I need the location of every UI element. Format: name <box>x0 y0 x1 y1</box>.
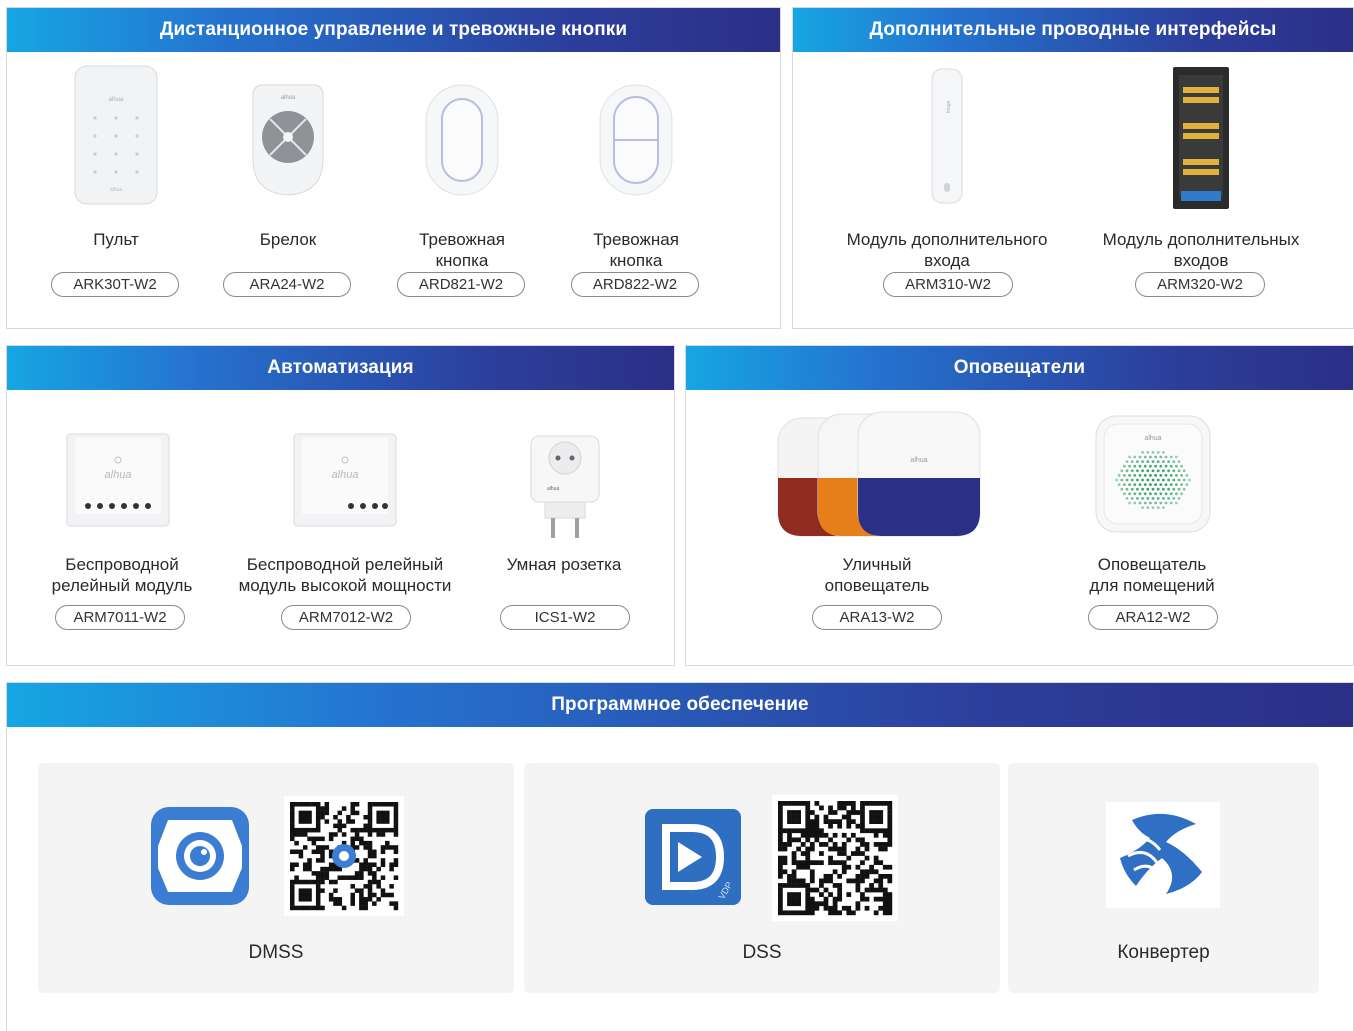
product-panic-button-single[interactable]: Тревожная кнопка ARD821-W2 <box>397 63 527 303</box>
indoor-siren-image: alhua <box>1095 415 1211 533</box>
product-keyfob[interactable]: alhua Брелок ARA24-W2 <box>223 63 353 303</box>
panic-button-image <box>599 84 673 196</box>
software-card-dss[interactable]: VDP DSS <box>524 763 1000 993</box>
model-badge[interactable]: ARM7011-W2 <box>55 605 185 630</box>
model-badge[interactable]: ARA13-W2 <box>812 605 942 630</box>
product-label: Оповещатель для помещений <box>1089 555 1215 595</box>
keypad-image: alhua alhua <box>74 65 158 205</box>
software-section: Программное обеспечение DMSS VDP DSS Кон… <box>6 682 1354 1031</box>
svg-text:alhua: alhua <box>910 457 927 464</box>
automation-section: Автоматизация alhua Беспроводной релейны… <box>6 345 675 666</box>
product-label: Беспроводной релейный модуль <box>51 555 193 595</box>
inputs-module-image <box>1173 67 1229 209</box>
dss-qr-code[interactable] <box>772 795 898 921</box>
model-badge[interactable]: ARD821-W2 <box>397 272 525 297</box>
model-badge[interactable]: ARA24-W2 <box>223 272 351 297</box>
relay-module-image: alhua <box>66 433 170 527</box>
remote-section: Дистанционное управление и тревожные кно… <box>6 7 781 329</box>
svg-text:alhua: alhua <box>110 187 122 193</box>
model-badge[interactable]: ARA12-W2 <box>1088 605 1218 630</box>
automation-section-header: Автоматизация <box>7 346 674 390</box>
product-label: Умная розетка <box>506 555 622 574</box>
software-card-converter[interactable]: Конвертер <box>1008 763 1319 993</box>
product-inputs-module[interactable]: Модуль дополнительных входов ARM320-W2 <box>1085 63 1317 303</box>
product-keypad[interactable]: alhua alhua Пульт ARK30T-W2 <box>51 63 181 303</box>
dmss-qr-code[interactable] <box>284 796 404 916</box>
wired-section-header: Дополнительные проводные интерфейсы <box>793 8 1353 52</box>
product-input-module[interactable]: alhua Модуль дополнительного входа ARM31… <box>831 63 1063 303</box>
outdoor-siren-image: alhua <box>777 411 981 537</box>
product-label: Пульт <box>93 230 139 249</box>
product-label: Модуль дополнительных входов <box>1102 230 1300 270</box>
software-card-dmss[interactable]: DMSS <box>38 763 514 993</box>
svg-text:alhua: alhua <box>281 95 296 101</box>
input-module-image: alhua <box>931 68 963 204</box>
product-label: Беспроводной релейный модуль высокой мощ… <box>238 555 452 595</box>
svg-text:alhua: alhua <box>945 101 951 113</box>
product-panic-button-double[interactable]: Тревожная кнопка ARD822-W2 <box>571 63 701 303</box>
product-outdoor-siren[interactable]: alhua Уличный оповещатель ARA13-W2 <box>772 390 982 635</box>
svg-text:alhua: alhua <box>105 469 132 481</box>
model-badge[interactable]: ARK30T-W2 <box>51 272 179 297</box>
product-power-relay-module[interactable]: alhua Беспроводной релейный модуль высок… <box>223 390 467 635</box>
dss-app-icon[interactable]: VDP <box>644 808 742 906</box>
keyfob-image: alhua <box>252 84 324 196</box>
model-badge[interactable]: ARD822-W2 <box>571 272 699 297</box>
smart-socket-image: alhua <box>530 435 600 538</box>
software-name: DSS <box>742 942 782 963</box>
product-label: Уличный оповещатель <box>824 555 930 595</box>
product-label: Тревожная кнопка <box>419 230 505 270</box>
svg-text:alhua: alhua <box>109 97 124 103</box>
remote-section-header: Дистанционное управление и тревожные кно… <box>7 8 780 52</box>
svg-text:alhua: alhua <box>332 469 359 481</box>
product-label: Модуль дополнительного входа <box>846 230 1048 270</box>
dmss-app-icon[interactable] <box>150 806 250 906</box>
model-badge[interactable]: ICS1-W2 <box>500 605 630 630</box>
product-indoor-siren[interactable]: alhua Оповещатель для помещений ARA12-W2 <box>1052 390 1252 635</box>
model-badge[interactable]: ARM7012-W2 <box>281 605 411 630</box>
product-smart-socket[interactable]: alhua Умная розетка ICS1-W2 <box>469 390 659 635</box>
power-relay-image: alhua <box>293 433 397 527</box>
model-badge[interactable]: ARM310-W2 <box>883 272 1013 297</box>
wired-section: Дополнительные проводные интерфейсы alhu… <box>792 7 1354 329</box>
panic-button-image <box>425 84 499 196</box>
software-name: Конвертер <box>1117 942 1210 963</box>
converter-app-icon[interactable] <box>1106 802 1220 908</box>
product-label: Брелок <box>259 230 317 249</box>
software-name: DMSS <box>248 942 304 963</box>
product-relay-module[interactable]: alhua Беспроводной релейный модуль ARM70… <box>37 390 207 635</box>
svg-text:alhua: alhua <box>1144 435 1161 442</box>
svg-text:alhua: alhua <box>547 486 559 492</box>
software-section-header: Программное обеспечение <box>7 683 1353 727</box>
model-badge[interactable]: ARM320-W2 <box>1135 272 1265 297</box>
product-label: Тревожная кнопка <box>593 230 679 270</box>
sirens-section: Оповещатели alhua Уличный оповещатель AR… <box>685 345 1354 666</box>
sirens-section-header: Оповещатели <box>686 346 1353 390</box>
